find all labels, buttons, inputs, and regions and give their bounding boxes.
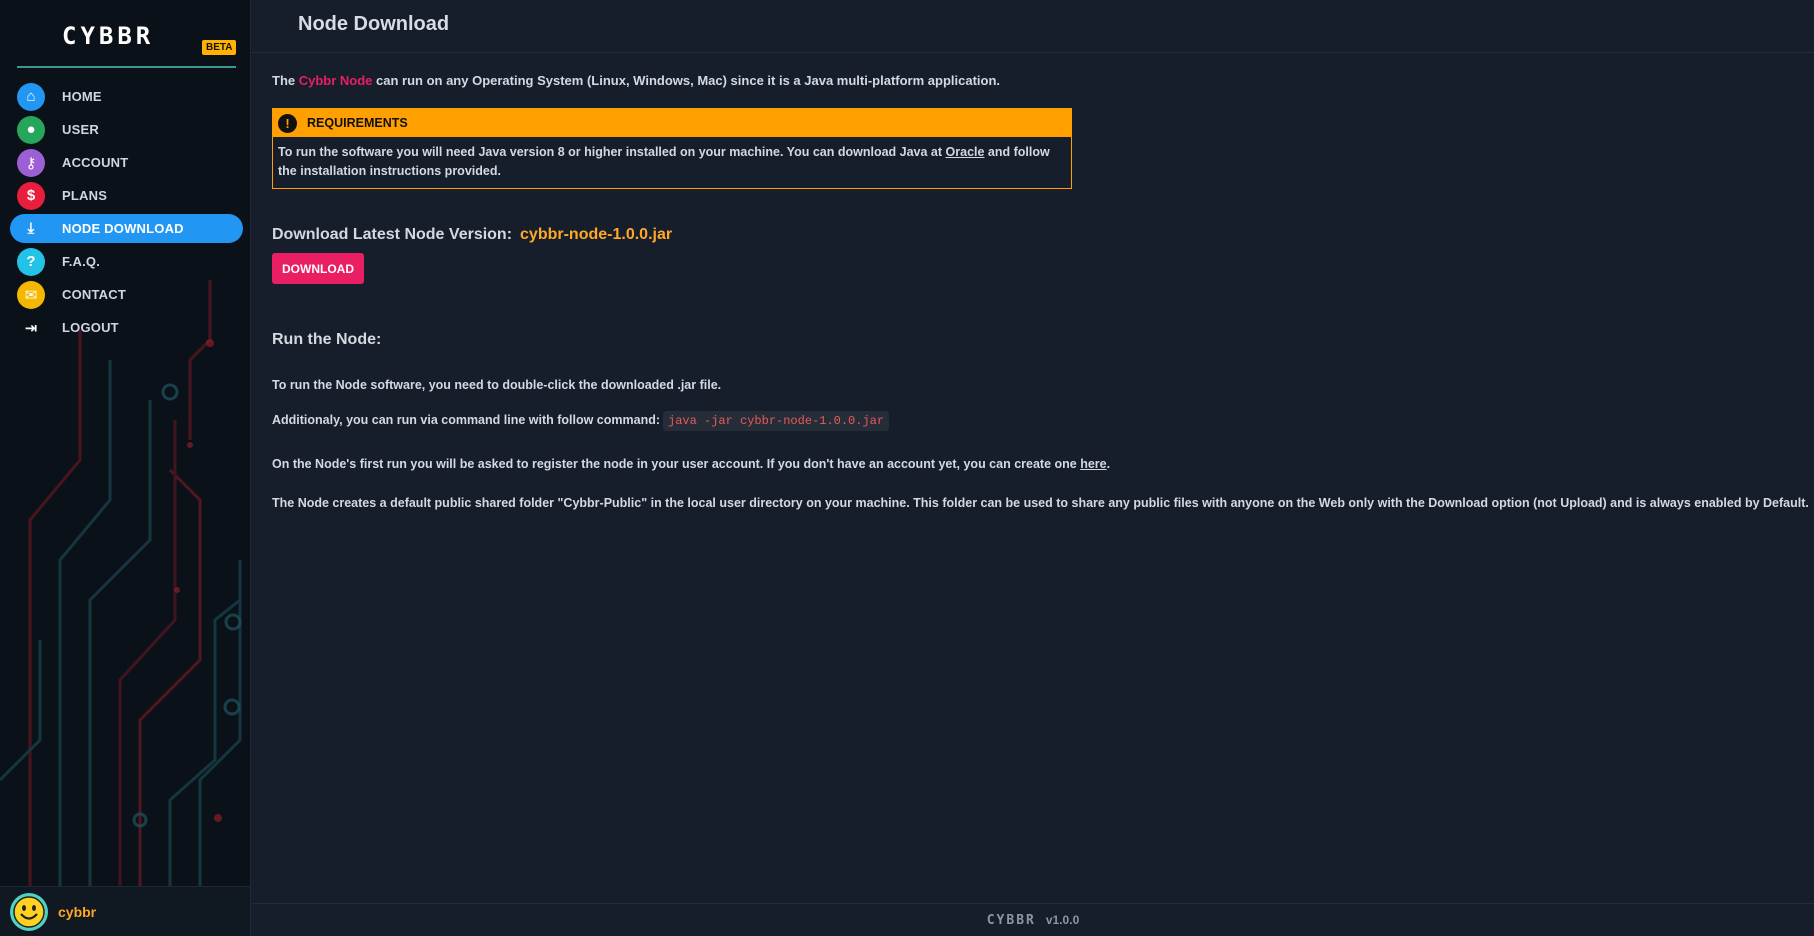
footer-logo: CYBBR	[986, 912, 1036, 928]
here-link[interactable]: here	[1080, 457, 1106, 471]
intro-suffix: can run on any Operating System (Linux, …	[372, 73, 1001, 88]
run-heading: Run the Node:	[272, 331, 382, 348]
sidebar-item-label: PLANS	[62, 188, 108, 203]
topbar: Node Download	[252, 0, 1814, 53]
requirements-title: REQUIREMENTS	[307, 116, 408, 130]
sidebar-item-f-a-q[interactable]: ? F.A.Q.	[10, 247, 243, 276]
beta-badge: BETA	[202, 40, 237, 55]
brand-divider	[17, 66, 236, 68]
question-icon: ?	[17, 247, 45, 276]
download-heading: Download Latest Node Version: cybbr-node-…	[272, 226, 672, 244]
sidebar-item-label: NODE DOWNLOAD	[62, 221, 184, 236]
dollar-icon: $	[17, 181, 45, 210]
run-paragraph-2-text: Additionaly, you can run via command lin…	[272, 413, 661, 427]
logo[interactable]: CYBBR	[62, 22, 154, 50]
run-paragraph-3-text: On the Node's first run you will be aske…	[272, 457, 1081, 471]
home-icon: ⌂	[17, 82, 45, 111]
requirements-header: ! REQUIREMENTS	[273, 109, 1071, 137]
intro-text: The Cybbr Node can run on any Operating …	[272, 73, 1000, 88]
requirements-body: To run the software you will need Java v…	[273, 137, 1071, 188]
sidebar-item-account[interactable]: ⚷ ACCOUNT	[10, 148, 243, 177]
command-code: java -jar cybbr-node-1.0.0.jar	[663, 411, 890, 431]
run-paragraph-2: Additionaly, you can run via command lin…	[272, 411, 890, 431]
sidebar-item-label: CONTACT	[62, 287, 126, 302]
oracle-link[interactable]: Oracle	[946, 145, 985, 159]
sidebar-item-node-download[interactable]: ⤓ NODE DOWNLOAD	[10, 214, 243, 243]
sidebar-item-label: USER	[62, 122, 99, 137]
run-paragraph-4: The Node creates a default public shared…	[272, 496, 1809, 510]
page-title: Node Download	[298, 13, 450, 35]
run-paragraph-1: To run the Node software, you need to do…	[272, 378, 722, 392]
avatar[interactable]	[10, 892, 48, 931]
footer: CYBBR v1.0.0	[252, 903, 1814, 936]
sidebar: CYBBR BETA ⌂ HOME ● USER ⚷ ACCOUNT $ PLANS ⤓ NODE…	[0, 0, 251, 936]
sidebar-item-label: F.A.Q.	[62, 254, 101, 269]
sidebar-item-label: ACCOUNT	[62, 155, 129, 170]
download-version: cybbr-node-1.0.0.jar	[520, 226, 673, 243]
download-button[interactable]: DOWNLOAD	[272, 253, 364, 284]
sidebar-item-user[interactable]: ● USER	[10, 115, 243, 144]
run-paragraph-3-end: .	[1106, 457, 1111, 471]
key-icon: ⚷	[17, 148, 45, 177]
exclamation-icon: !	[278, 113, 297, 133]
requirements-text-before: To run the software you will need Java v…	[278, 145, 946, 159]
logout-icon: ⇥	[24, 319, 38, 337]
footer-version: v1.0.0	[1045, 913, 1080, 927]
user-bar[interactable]: cybbr	[0, 886, 250, 936]
intro-highlight: Cybbr Node	[298, 73, 373, 88]
run-paragraph-3: On the Node's first run you will be aske…	[272, 457, 1110, 471]
sidebar-item-contact[interactable]: ✉ CONTACT	[10, 280, 243, 309]
sidebar-nav: ⌂ HOME ● USER ⚷ ACCOUNT $ PLANS ⤓ NODE DOWNLOAD? F…	[0, 82, 250, 346]
requirements-box: ! REQUIREMENTS To run the software you w…	[272, 108, 1072, 189]
brand: CYBBR BETA	[0, 0, 250, 70]
download-icon: ⤓	[17, 214, 45, 243]
sidebar-item-label: HOME	[62, 89, 102, 104]
intro-prefix: The	[272, 73, 299, 88]
smiley-icon	[13, 895, 45, 928]
sidebar-item-home[interactable]: ⌂ HOME	[10, 82, 243, 111]
sidebar-item-logout[interactable]: ⇥ LOGOUT	[10, 313, 243, 342]
chat-icon: ✉	[17, 280, 45, 309]
username[interactable]: cybbr	[58, 904, 96, 920]
sidebar-item-label: LOGOUT	[62, 320, 119, 335]
user-icon: ●	[17, 115, 45, 144]
sidebar-item-plans[interactable]: $ PLANS	[10, 181, 243, 210]
download-heading-label: Download Latest Node Version:	[272, 226, 513, 243]
